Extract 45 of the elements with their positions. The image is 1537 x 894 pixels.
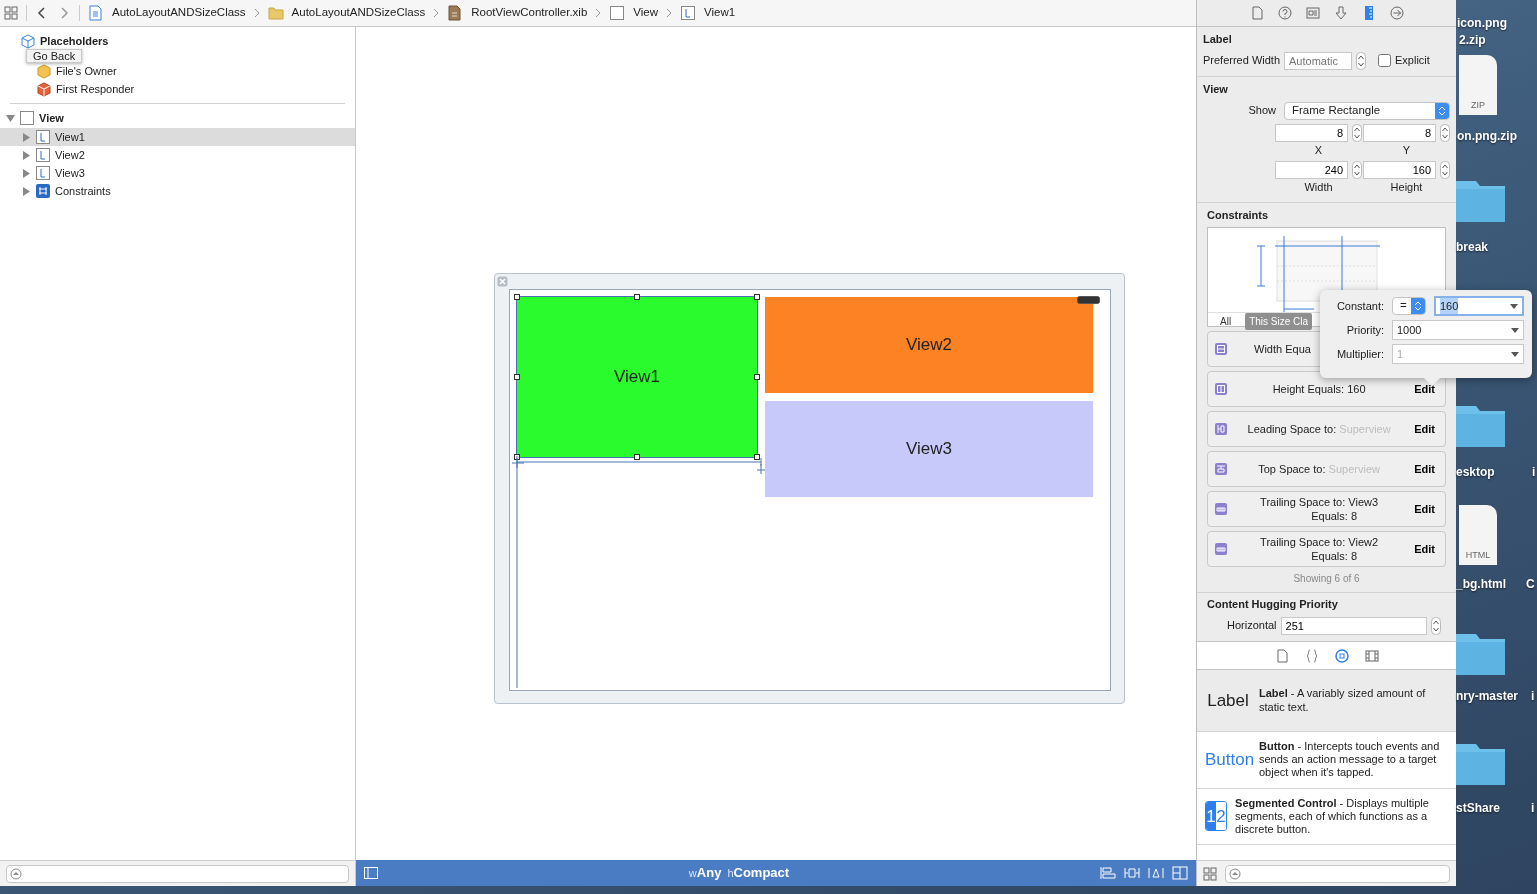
constraint-text: Trailing Space to: [1260, 495, 1346, 508]
field-label: Multiplier: [1335, 346, 1384, 362]
section-title: View [1203, 82, 1229, 97]
section-title: Constraints [1207, 207, 1270, 223]
library-description: Button - Intercepts touch events and sends an action message to a target object when it's tapped. [1259, 740, 1441, 780]
field-label: Show [1248, 103, 1276, 119]
desktop-icon-label: i [1531, 688, 1535, 705]
constraint-text: Trailing Space to: [1260, 535, 1346, 548]
desktop-icon-label: C [1526, 576, 1535, 593]
desktop-icon-label: stShare [1456, 800, 1501, 817]
constraint-text: Top Space to: [1258, 462, 1326, 475]
constraint-text: Equals: 8 [1311, 550, 1358, 562]
desktop-icon-label: icon.png [1457, 15, 1507, 32]
constraint-text: Height Equals: [1272, 382, 1345, 395]
desktop-icon-label: i [1531, 800, 1535, 817]
constraint-target: 160 [1347, 382, 1366, 395]
desktop-icon-label: i [1532, 464, 1536, 481]
desktop-icon-label: break [1456, 239, 1489, 256]
constraint-text: Width Equa [1254, 342, 1311, 355]
field-label: Priority: [1345, 322, 1384, 338]
field-label: Preferred Width [1203, 53, 1281, 69]
library-description: Label - A variably sized amount of static text. [1259, 687, 1427, 714]
constraint-target: View2 [1348, 535, 1379, 548]
constraint-text: Leading Space to: [1247, 422, 1337, 435]
library-preview: Button [1205, 749, 1251, 772]
library-preview: Label [1206, 689, 1250, 712]
constraint-text: Equals: 8 [1311, 510, 1358, 522]
desktop-icon-label: nry-master [1456, 688, 1519, 705]
field-caption: Y [1401, 142, 1412, 158]
field-label: Horizontal [1227, 618, 1277, 634]
desktop-icon-label: on.png.zip [1457, 128, 1517, 145]
field-caption: X [1313, 142, 1324, 158]
desktop-icon-label: 2.zip [1459, 32, 1486, 49]
section-title: Content Hugging Priority [1207, 597, 1339, 612]
section-title: Label [1203, 32, 1233, 47]
desktop-icon-label: _bg.html [1456, 576, 1506, 593]
segmented-control-icon: 12 [1205, 801, 1228, 832]
tooltip: Go Back [26, 49, 83, 63]
library-description: Segmented Control - Displays multiple segments, each of which functions as a discrete button. [1235, 796, 1430, 837]
field-caption: Height [1389, 180, 1424, 195]
field-caption: Width [1303, 180, 1334, 195]
constraint-target: View3 [1348, 495, 1379, 508]
constraint-count: Showing 6 of 6 [1292, 572, 1361, 586]
desktop-icon-label: esktop [1456, 464, 1495, 481]
field-label: Constant: [1335, 298, 1384, 314]
